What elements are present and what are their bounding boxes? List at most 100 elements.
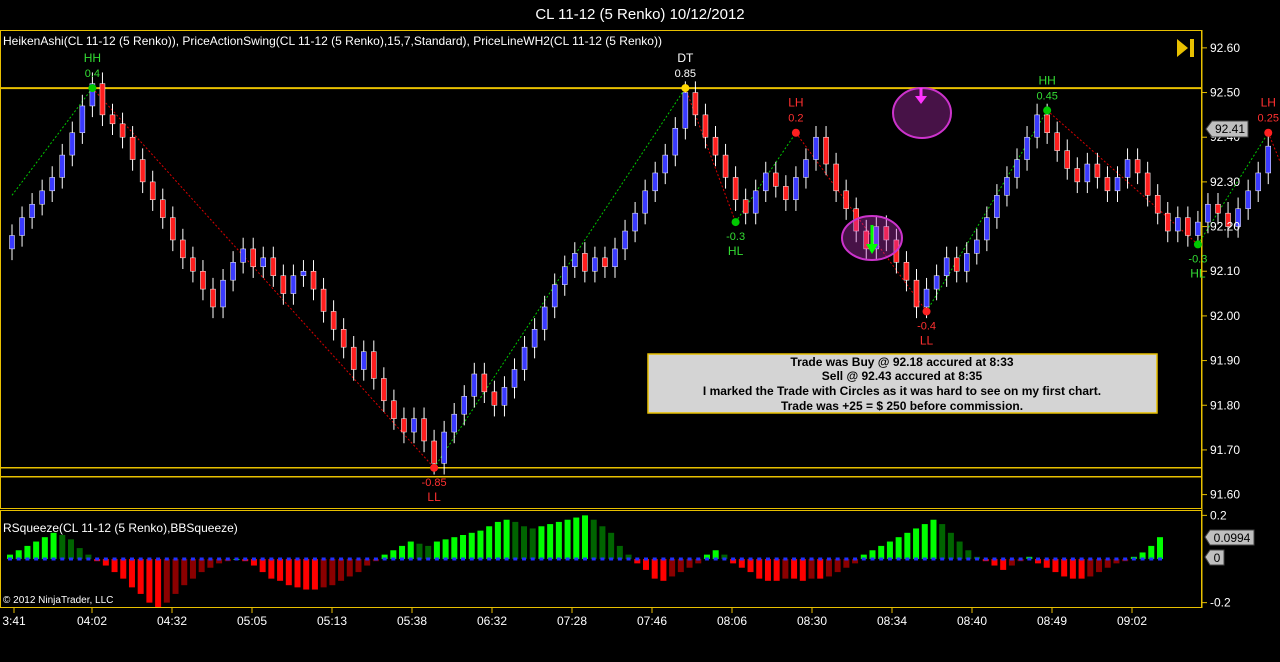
- swing-point-dot: [1193, 240, 1202, 249]
- squeeze-zero-label: 0: [1214, 551, 1221, 565]
- squeeze-bar-negative: [111, 559, 118, 573]
- squeeze-dot: [757, 557, 762, 561]
- squeeze-bar-negative: [155, 559, 162, 607]
- candle-up: [541, 306, 548, 330]
- candle-down: [200, 270, 206, 290]
- squeeze-dot: [670, 557, 675, 561]
- squeeze-dot: [861, 557, 866, 561]
- candle-up: [1014, 159, 1020, 178]
- candle-up: [943, 257, 950, 276]
- candle-up: [622, 230, 628, 250]
- swing-value-label: -0.85: [422, 477, 447, 489]
- candle-up: [441, 431, 447, 464]
- squeeze-dot: [914, 557, 919, 561]
- squeeze-last-value: 0.0994: [1214, 531, 1251, 545]
- time-axis-label: 08:40: [957, 614, 987, 628]
- squeeze-bar-positive: [573, 517, 580, 559]
- chart-root: CL 11-12 (5 Renko) 10/12/2012 HH 0.4 -0.85…: [0, 6, 1280, 628]
- squeeze-dot: [609, 557, 614, 561]
- squeeze-bar-negative: [285, 559, 292, 586]
- swing-tag-label: LL: [427, 490, 441, 504]
- squeeze-dot: [556, 557, 561, 561]
- squeeze-axis-label: 0.2: [1210, 508, 1227, 522]
- squeeze-bar-positive: [878, 545, 885, 559]
- candle-up: [592, 257, 598, 272]
- squeeze-dot: [522, 557, 527, 561]
- candle-down: [421, 418, 427, 442]
- candle-down: [401, 418, 407, 433]
- candle-down: [1144, 172, 1151, 196]
- squeeze-dot: [870, 557, 875, 561]
- heiken-ashi-candles: [9, 72, 1271, 475]
- squeeze-dot: [957, 557, 962, 561]
- squeeze-bar-negative: [198, 559, 205, 573]
- squeeze-bar-negative: [294, 559, 301, 588]
- candle-down: [350, 346, 357, 370]
- squeeze-dot: [225, 557, 230, 561]
- candle-down: [843, 190, 849, 209]
- squeeze-bar-positive: [947, 532, 954, 559]
- time-axis: 3:41 04:02 04:32 05:05 05:13 05:38 06:32 07:28 0…: [2, 608, 1147, 628]
- candle-up: [803, 159, 809, 178]
- candle-down: [310, 270, 317, 290]
- squeeze-dot: [77, 557, 82, 561]
- squeeze-bar-negative: [677, 559, 684, 573]
- squeeze-dot: [748, 557, 753, 561]
- candle-up: [994, 195, 1000, 218]
- candle-up: [461, 396, 467, 415]
- squeeze-dot: [478, 557, 483, 561]
- squeeze-dot: [347, 557, 352, 561]
- time-axis-label: 09:02: [1117, 614, 1147, 628]
- candle-down: [119, 123, 126, 138]
- candle-up: [411, 418, 417, 433]
- squeeze-dot: [452, 557, 457, 561]
- skip-forward-icon[interactable]: [1175, 38, 1197, 58]
- squeeze-bar-positive: [399, 545, 406, 559]
- candle-down: [1074, 168, 1081, 183]
- candle-down: [391, 400, 397, 419]
- candle-down: [1094, 163, 1101, 178]
- squeeze-bar-positive: [921, 524, 928, 559]
- squeeze-dot: [731, 557, 736, 561]
- squeeze-bar-negative: [346, 559, 353, 577]
- candle-up: [572, 253, 578, 268]
- squeeze-dot: [321, 557, 326, 561]
- candle-up: [763, 172, 769, 192]
- candle-up: [1004, 177, 1010, 196]
- squeeze-dot: [1131, 557, 1136, 561]
- squeeze-bar-positive: [407, 541, 414, 559]
- squeeze-dot: [626, 557, 631, 561]
- squeeze-bar-positive: [33, 541, 40, 559]
- swing-value-label: 0.85: [675, 68, 696, 80]
- price-indicator-label: HeikenAshi(CL 11-12 (5 Renko)), PriceAct…: [3, 34, 662, 48]
- candle-up: [1024, 136, 1030, 160]
- price-axis-label: 92.20: [1210, 220, 1240, 234]
- squeeze-bar-positive: [416, 543, 423, 559]
- candle-down: [1064, 150, 1070, 169]
- squeeze-dot: [138, 557, 143, 561]
- candle-down: [491, 391, 498, 406]
- squeeze-bar-negative: [311, 559, 318, 590]
- price-axis: 92.6092.5092.4092.3092.2092.1092.0091.90…: [1202, 41, 1240, 502]
- squeeze-last-value-marker: 0.0994 0: [1204, 529, 1255, 566]
- candle-down: [1104, 177, 1111, 192]
- squeeze-dot: [391, 557, 396, 561]
- squeeze-bar-positive: [425, 545, 432, 559]
- candle-up: [531, 329, 538, 348]
- squeeze-dot: [434, 557, 439, 561]
- squeeze-dot: [251, 557, 256, 561]
- squeeze-dot: [461, 557, 466, 561]
- squeeze-bar-positive: [521, 526, 528, 559]
- squeeze-bar-negative: [1000, 559, 1007, 570]
- squeeze-axis-label: -0.2: [1210, 596, 1231, 610]
- window-title: CL 11-12 (5 Renko) 10/12/2012: [535, 6, 744, 23]
- squeeze-bar-negative: [1078, 559, 1085, 579]
- price-axis-label: 92.30: [1210, 175, 1240, 189]
- squeeze-dot: [1009, 557, 1014, 561]
- candle-up: [300, 270, 307, 276]
- candle-down: [190, 257, 196, 272]
- candle-up: [964, 253, 970, 272]
- squeeze-bar-positive: [930, 519, 937, 559]
- squeeze-dot: [1123, 557, 1128, 561]
- squeeze-bar-positive: [904, 532, 911, 559]
